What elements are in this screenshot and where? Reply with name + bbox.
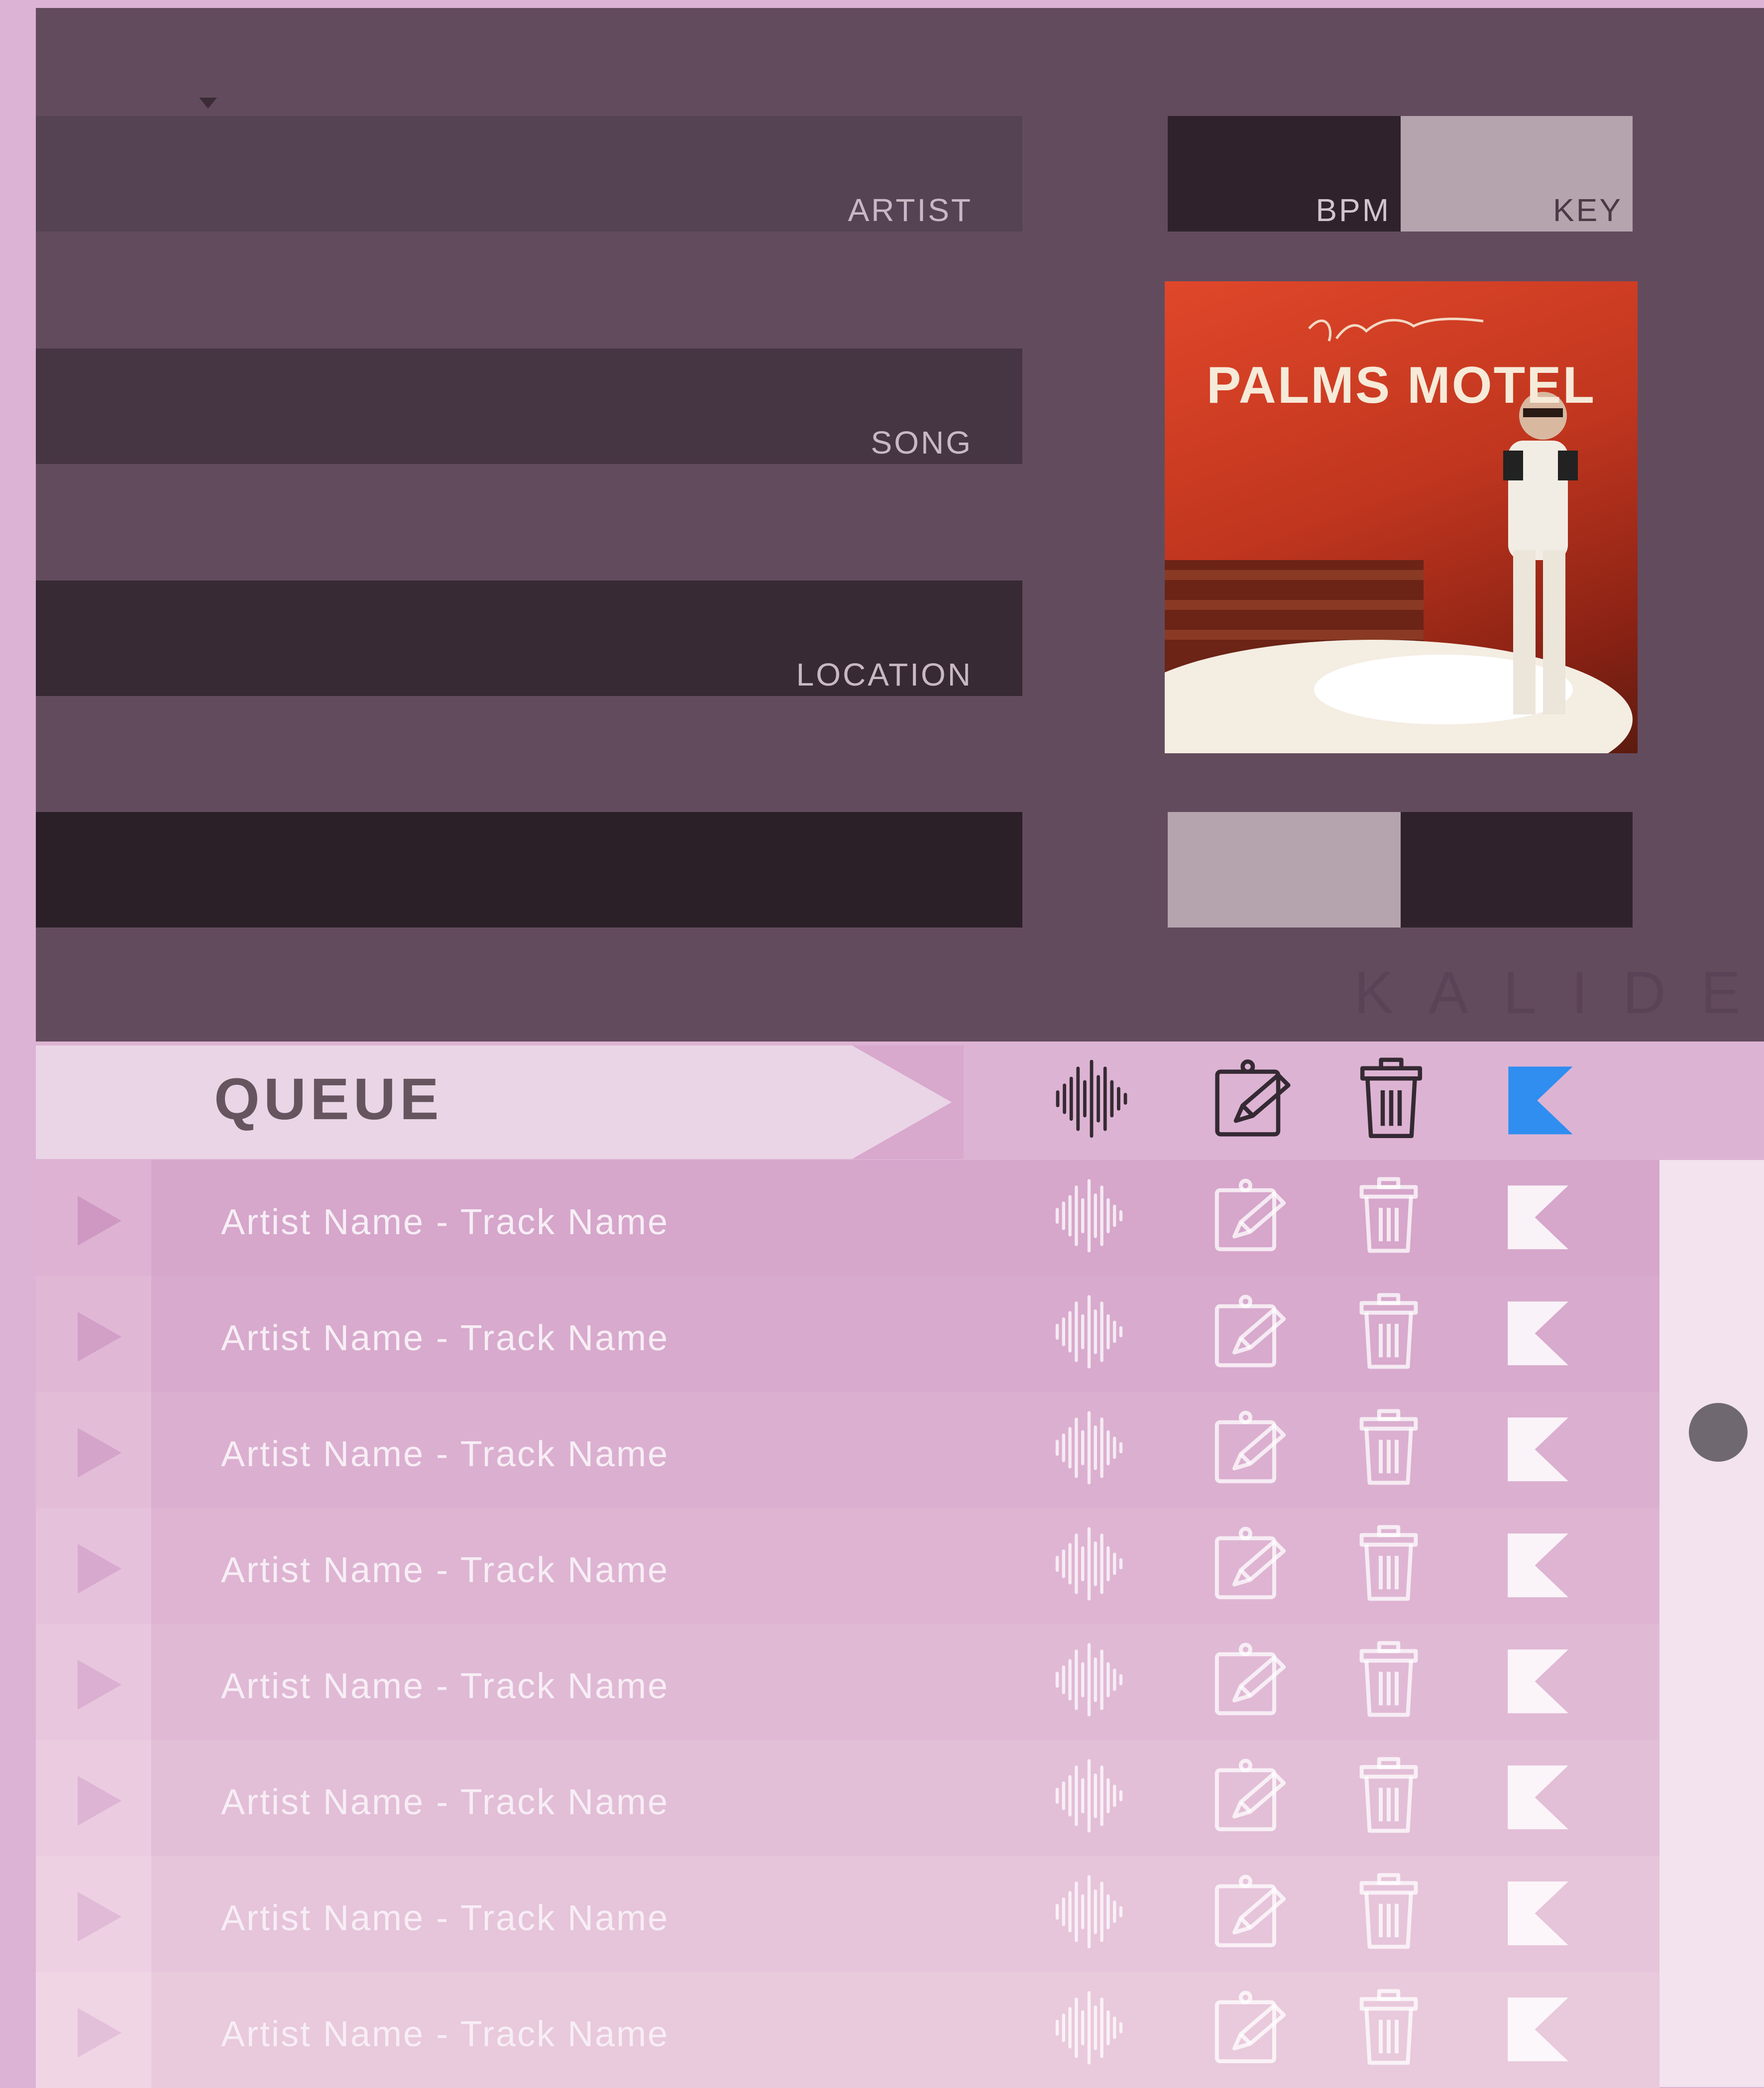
song-label: SONG	[871, 425, 973, 461]
queue-row[interactable]: Artist Name - Track Name	[36, 1972, 1659, 2088]
edit-icon[interactable]	[1211, 1640, 1290, 1720]
scrollbar-track[interactable]	[1659, 1160, 1764, 2087]
scrollbar-thumb[interactable]	[1689, 1403, 1748, 1462]
play-cell	[36, 1276, 151, 1392]
track-title: Artist Name - Track Name	[221, 1898, 669, 1938]
bpm-field[interactable]: BPM	[1168, 116, 1401, 232]
trash-icon[interactable]	[1349, 1292, 1429, 1372]
trash-icon[interactable]	[1349, 1176, 1429, 1256]
play-cell	[36, 1392, 151, 1508]
trash-icon[interactable]	[1349, 1872, 1429, 1952]
queue-row[interactable]: Artist Name - Track Name	[36, 1276, 1659, 1392]
album-art: PALMS MOTEL	[1165, 281, 1638, 753]
waveform-icon[interactable]	[1049, 1640, 1129, 1720]
play-cell	[36, 1624, 151, 1740]
bpm-label: BPM	[1316, 192, 1391, 228]
edit-icon[interactable]	[1211, 1988, 1290, 2068]
trash-icon[interactable]	[1349, 1988, 1429, 2068]
kalide-logo-icon[interactable]	[1498, 1056, 1583, 1141]
queue-row[interactable]: Artist Name - Track Name	[36, 1160, 1659, 1276]
key-label: KEY	[1552, 192, 1623, 228]
trash-icon[interactable]	[1349, 1524, 1429, 1604]
waveform-icon[interactable]	[1049, 1872, 1129, 1952]
kalide-logo-icon[interactable]	[1498, 1640, 1578, 1720]
queue-list: Artist Name - Track Name Artist Name - Tr…	[36, 1160, 1659, 2088]
edit-icon[interactable]	[1211, 1408, 1290, 1488]
kalide-logo-icon[interactable]	[1498, 1408, 1578, 1488]
queue-label: QUEUE	[214, 1066, 443, 1132]
toggle-option-right[interactable]	[1401, 812, 1633, 928]
toggle-option-left[interactable]	[1168, 812, 1401, 928]
key-field[interactable]: KEY	[1401, 116, 1633, 232]
kalide-logo-icon[interactable]	[1498, 1292, 1578, 1372]
track-title: Artist Name - Track Name	[221, 1202, 669, 1242]
play-cell	[36, 1856, 151, 1972]
play-cell	[36, 1160, 151, 1276]
queue-row[interactable]: Artist Name - Track Name	[36, 1856, 1659, 1972]
queue-row[interactable]: Artist Name - Track Name	[36, 1740, 1659, 1856]
play-icon[interactable]	[78, 1544, 121, 1594]
trash-icon[interactable]	[1349, 1056, 1433, 1141]
play-icon[interactable]	[78, 1660, 121, 1710]
play-cell	[36, 1740, 151, 1856]
artist-label: ARTIST	[848, 192, 973, 228]
edit-icon[interactable]	[1211, 1756, 1290, 1836]
dropdown-caret-icon[interactable]	[199, 98, 217, 109]
waveform-icon[interactable]	[1049, 1988, 1129, 2068]
queue-row[interactable]: Artist Name - Track Name	[36, 1508, 1659, 1624]
queue-row[interactable]: Artist Name - Track Name	[36, 1624, 1659, 1740]
waveform-icon[interactable]	[1049, 1056, 1134, 1141]
waveform-icon[interactable]	[1049, 1756, 1129, 1836]
album-title: PALMS MOTEL	[1206, 356, 1596, 414]
extra-field[interactable]	[36, 812, 1022, 928]
play-icon[interactable]	[78, 1312, 121, 1362]
edit-icon[interactable]	[1211, 1056, 1295, 1141]
edit-icon[interactable]	[1211, 1872, 1290, 1952]
play-icon[interactable]	[78, 1196, 121, 1246]
track-title: Artist Name - Track Name	[221, 1666, 669, 1706]
play-icon[interactable]	[78, 1892, 121, 1942]
kalide-logo-icon[interactable]	[1498, 1988, 1578, 2068]
trash-icon[interactable]	[1349, 1756, 1429, 1836]
kalide-logo-icon[interactable]	[1498, 1872, 1578, 1952]
edit-icon[interactable]	[1211, 1292, 1290, 1372]
track-title: Artist Name - Track Name	[221, 1318, 669, 1358]
play-cell	[36, 1508, 151, 1624]
trash-icon[interactable]	[1349, 1408, 1429, 1488]
trash-icon[interactable]	[1349, 1640, 1429, 1720]
kalide-logo-icon[interactable]	[1498, 1756, 1578, 1836]
location-label: LOCATION	[796, 657, 973, 693]
album-photo	[1165, 318, 1633, 753]
kalide-logo-icon[interactable]	[1498, 1524, 1578, 1604]
track-title: Artist Name - Track Name	[221, 1782, 669, 1822]
play-icon[interactable]	[78, 2008, 121, 2058]
queue-row[interactable]: Artist Name - Track Name	[36, 1392, 1659, 1508]
artist-field[interactable]: ARTIST	[36, 116, 1022, 232]
edit-icon[interactable]	[1211, 1176, 1290, 1256]
waveform-icon[interactable]	[1049, 1408, 1129, 1488]
play-icon[interactable]	[78, 1428, 121, 1478]
waveform-icon[interactable]	[1049, 1292, 1129, 1372]
play-cell	[36, 1972, 151, 2088]
signature-mark	[1308, 318, 1484, 342]
brand-wordmark: KALIDE	[1354, 959, 1764, 1026]
track-title: Artist Name - Track Name	[221, 1550, 669, 1590]
location-field[interactable]: LOCATION	[36, 580, 1022, 696]
song-field[interactable]: SONG	[36, 348, 1022, 464]
play-icon[interactable]	[78, 1776, 121, 1826]
waveform-icon[interactable]	[1049, 1524, 1129, 1604]
track-title: Artist Name - Track Name	[221, 1434, 669, 1474]
track-title: Artist Name - Track Name	[221, 2014, 669, 2054]
kalide-logo-icon[interactable]	[1498, 1176, 1578, 1256]
waveform-icon[interactable]	[1049, 1176, 1129, 1256]
queue-tab[interactable]	[36, 1045, 952, 1159]
edit-icon[interactable]	[1211, 1524, 1290, 1604]
